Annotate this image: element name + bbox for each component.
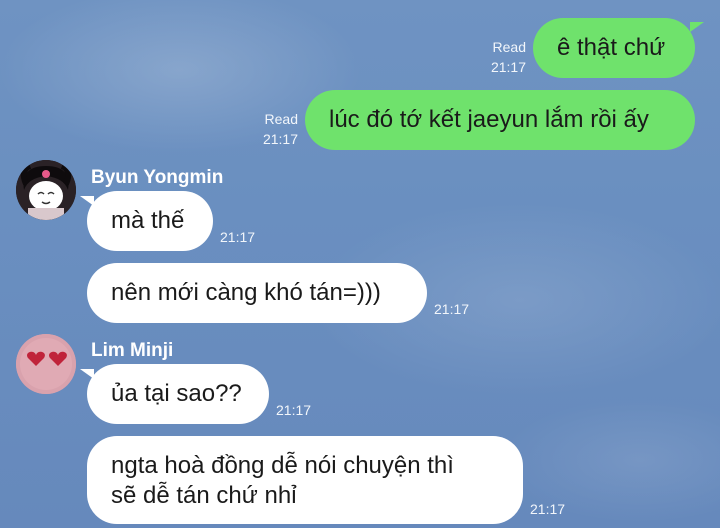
message-text: nên mới càng khó tán=))) xyxy=(111,279,381,306)
message-text: ê thật chứ xyxy=(557,34,666,61)
message-time: 21:17 xyxy=(434,301,470,317)
message-time: 21:17 xyxy=(220,229,256,245)
read-status: Read xyxy=(492,39,526,55)
avatar[interactable] xyxy=(16,160,76,220)
incoming-message-bubble[interactable]: ủa tại sao?? xyxy=(87,364,269,424)
avatar[interactable] xyxy=(16,334,76,394)
message-time: 21:17 xyxy=(490,59,526,75)
sender-name: Byun Yongmin xyxy=(91,167,224,188)
message-text: mà thế xyxy=(111,207,185,234)
read-receipt: Read 21:17 xyxy=(250,109,298,149)
incoming-message-bubble[interactable]: ngta hoà đồng dễ nói chuyện thì sẽ dễ tá… xyxy=(87,436,523,524)
bubble-tail xyxy=(690,22,704,32)
outgoing-message-bubble[interactable]: ê thật chứ xyxy=(533,18,695,78)
message-time: 21:17 xyxy=(530,501,566,517)
sender-name: Lim Minji xyxy=(91,340,174,361)
heart-eyes-avatar-icon xyxy=(16,334,76,394)
message-text-line: sẽ dễ tán chứ nhỉ xyxy=(111,482,297,509)
cartoon-character-avatar-icon xyxy=(16,160,76,220)
message-text: ủa tại sao?? xyxy=(111,380,242,407)
message-time: 21:17 xyxy=(262,131,298,147)
outgoing-message-bubble[interactable]: lúc đó tớ kết jaeyun lắm rồi ấy xyxy=(305,90,695,150)
read-status: Read xyxy=(264,111,298,127)
incoming-message-bubble[interactable]: nên mới càng khó tán=))) xyxy=(87,263,427,323)
message-text: lúc đó tớ kết jaeyun lắm rồi ấy xyxy=(329,106,649,133)
message-time: 21:17 xyxy=(276,402,312,418)
read-receipt: Read 21:17 xyxy=(478,37,526,77)
incoming-message-bubble[interactable]: mà thế xyxy=(87,191,213,251)
message-text-line: ngta hoà đồng dễ nói chuyện thì xyxy=(111,452,454,479)
